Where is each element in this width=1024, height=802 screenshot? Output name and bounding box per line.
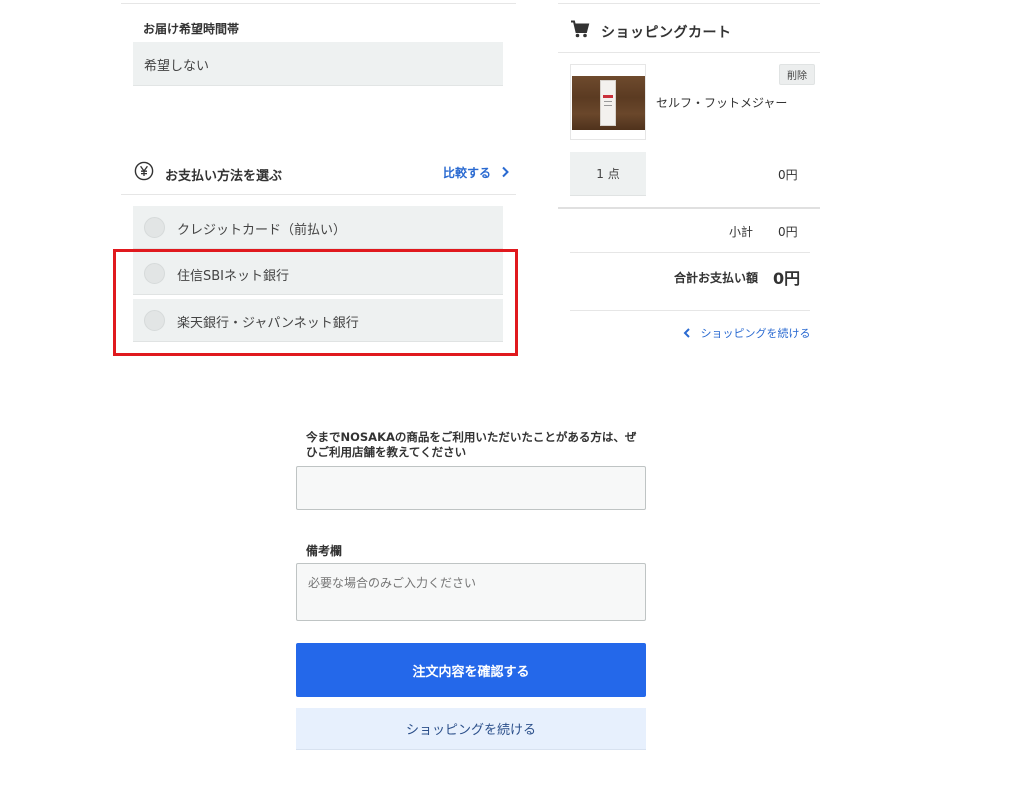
- quantity-box[interactable]: 1 点: [570, 152, 646, 196]
- radio-button[interactable]: [144, 217, 165, 238]
- continue-shopping-link[interactable]: ショッピングを続ける: [683, 325, 811, 341]
- top-divider-left: [121, 3, 516, 4]
- cart-title: ショッピングカート: [601, 25, 732, 41]
- delivery-time-label: お届け希望時間帯: [143, 22, 240, 36]
- shopping-cart-icon: [570, 19, 590, 39]
- item-price: 0円: [778, 168, 798, 182]
- store-question-label: 今までNOSAKAの商品をご利用いただいたことがある方は、ぜひご利用店舗を教えて…: [306, 430, 637, 459]
- confirm-order-button-label: 注文内容を確認する: [412, 664, 530, 680]
- continue-shopping-link-label: ショッピングを続ける: [700, 327, 811, 340]
- payment-option-credit-card[interactable]: クレジットカード（前払い）: [133, 206, 503, 249]
- store-input[interactable]: [296, 466, 646, 510]
- notes-textarea[interactable]: [296, 563, 646, 621]
- total-value: 0円: [773, 269, 801, 288]
- compare-link[interactable]: 比較する: [443, 164, 510, 181]
- cart-item-divider: [558, 207, 820, 209]
- subtotal-divider: [570, 252, 810, 253]
- compare-link-label: 比較する: [443, 166, 492, 180]
- total-label: 合計お支払い額: [674, 271, 759, 285]
- quantity-value: 1 点: [596, 167, 620, 181]
- delivery-time-select[interactable]: 希望しない: [133, 42, 503, 86]
- cart-header-divider: [558, 52, 820, 53]
- continue-shopping-button[interactable]: ショッピングを続ける: [296, 708, 646, 750]
- delivery-time-value: 希望しない: [144, 59, 210, 74]
- payment-option-label: クレジットカード（前払い）: [177, 223, 347, 238]
- highlight-box: [113, 249, 518, 356]
- total-divider: [570, 310, 810, 311]
- yen-circle-icon: [134, 161, 154, 181]
- payment-divider: [121, 194, 516, 195]
- delete-button-label: 削除: [787, 71, 807, 82]
- chevron-left-icon: [683, 328, 690, 338]
- subtotal-value: 0円: [778, 225, 798, 239]
- delete-button[interactable]: 削除: [779, 64, 815, 85]
- continue-shopping-button-label: ショッピングを続ける: [405, 723, 536, 738]
- top-divider-right: [558, 3, 820, 4]
- product-thumbnail[interactable]: [570, 64, 646, 140]
- confirm-order-button[interactable]: 注文内容を確認する: [296, 643, 646, 697]
- notes-label: 備考欄: [306, 544, 343, 558]
- payment-title: お支払い方法を選ぶ: [165, 169, 283, 184]
- chevron-right-icon: [502, 166, 509, 178]
- subtotal-label: 小計: [729, 225, 754, 239]
- product-name[interactable]: セルフ・フットメジャー: [656, 94, 787, 111]
